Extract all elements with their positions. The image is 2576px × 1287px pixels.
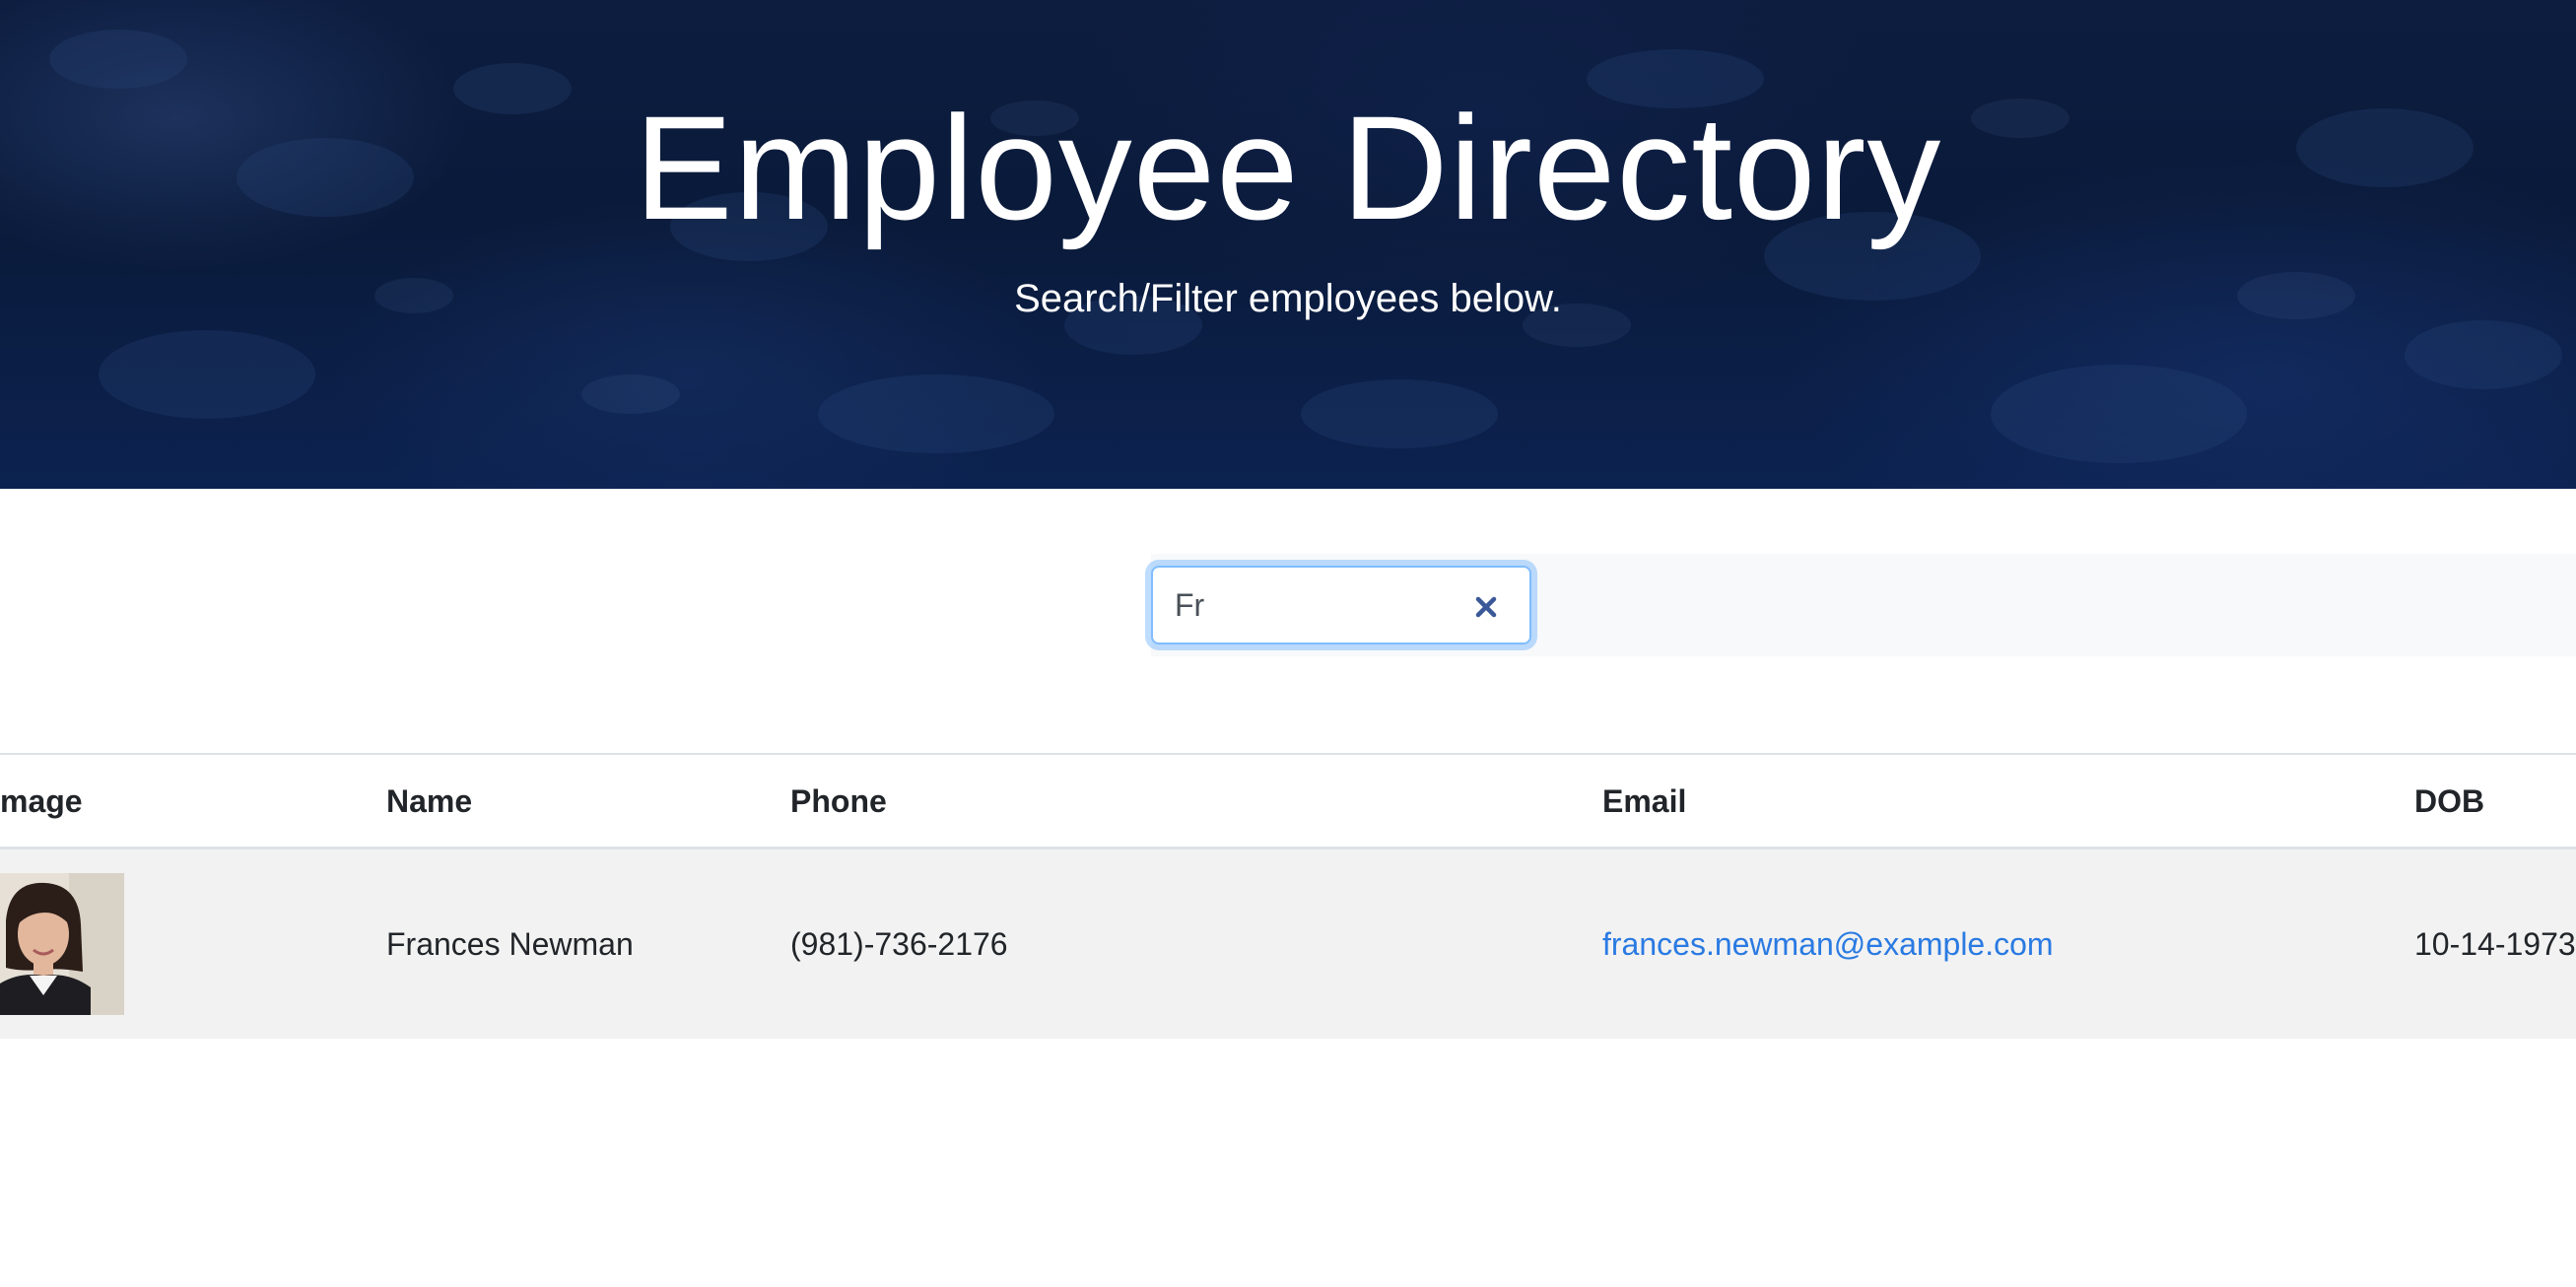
- column-header-email[interactable]: Email: [1602, 755, 1686, 848]
- employee-photo: [0, 873, 124, 1015]
- close-icon: [1475, 596, 1497, 618]
- employee-email-cell: frances.newman@example.com: [1602, 849, 2054, 1039]
- employee-dob: 10-14-1973: [2414, 926, 2576, 962]
- header-jumbotron: Employee Directory Search/Filter employe…: [0, 0, 2576, 489]
- column-header-name[interactable]: Name: [386, 755, 472, 848]
- column-header-phone[interactable]: Phone: [790, 755, 887, 848]
- page-title: Employee Directory: [634, 85, 1942, 250]
- employee-name: Frances Newman: [386, 926, 634, 962]
- table-row: Frances Newman (981)-736-2176 frances.ne…: [0, 849, 2576, 1039]
- column-header-image[interactable]: mage: [0, 755, 83, 848]
- search-input[interactable]: [1175, 577, 1431, 633]
- employee-table: mage Name Phone Email DOB Frances Newman…: [0, 753, 2576, 1039]
- search-field: [1151, 566, 1531, 644]
- employee-email-link[interactable]: frances.newman@example.com: [1602, 926, 2054, 962]
- page-subtitle: Search/Filter employees below.: [1014, 277, 1562, 320]
- table-header: mage Name Phone Email DOB: [0, 753, 2576, 849]
- employee-phone: (981)-736-2176: [790, 926, 1008, 962]
- column-header-dob[interactable]: DOB: [2414, 755, 2484, 848]
- clear-search-button[interactable]: [1466, 587, 1506, 627]
- avatar-image: [0, 873, 124, 1015]
